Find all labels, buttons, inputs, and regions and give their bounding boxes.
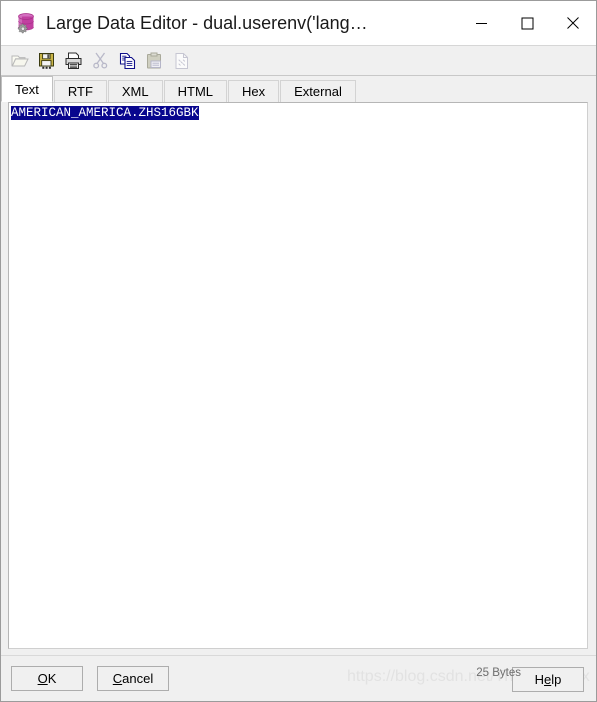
cancel-button[interactable]: Cancel [97, 666, 169, 691]
copy-icon [119, 52, 135, 69]
cancel-accelerator: C [112, 671, 123, 686]
tab-xml[interactable]: XML [107, 80, 163, 102]
save-button[interactable] [33, 48, 60, 74]
open-button[interactable] [6, 48, 33, 74]
text-editor[interactable]: AMERICAN_AMERICA.ZHS16GBK [8, 102, 588, 649]
copy-button[interactable] [114, 48, 141, 74]
ok-accelerator: O [37, 671, 48, 686]
minimize-icon [475, 22, 487, 24]
ok-button[interactable]: OK [11, 666, 83, 691]
cut-button[interactable] [87, 48, 114, 74]
toolbar [1, 45, 596, 76]
title-bar[interactable]: Large Data Editor - dual.userenv('lang… [1, 1, 596, 45]
help-accelerator: e [544, 672, 552, 687]
selected-text[interactable]: AMERICAN_AMERICA.ZHS16GBK [11, 106, 199, 120]
editor-content[interactable]: AMERICAN_AMERICA.ZHS16GBK [9, 103, 587, 121]
tab-external[interactable]: External [280, 80, 356, 102]
byte-count-status: 25 Bytes [476, 667, 521, 679]
large-data-editor-window: Large Data Editor - dual.userenv('lang… [0, 0, 597, 702]
tab-hex[interactable]: Hex [228, 80, 280, 102]
ok-button-label: OK [37, 671, 57, 686]
editor-area: AMERICAN_AMERICA.ZHS16GBK [1, 102, 596, 655]
window-title: Large Data Editor - dual.userenv('lang… [46, 12, 368, 33]
tab-html[interactable]: HTML [163, 80, 228, 102]
close-icon [567, 17, 579, 29]
scissors-icon [93, 52, 108, 69]
window-controls [458, 1, 596, 45]
tab-text[interactable]: Text [1, 76, 53, 102]
close-button[interactable] [550, 1, 596, 45]
print-button[interactable] [60, 48, 87, 74]
database-gear-icon [11, 10, 37, 36]
document-clear-icon [175, 52, 188, 69]
dialog-footer: OK Cancel https://blog.csdn.net/TheWhite… [1, 655, 596, 701]
floppy-save-icon [38, 52, 54, 69]
help-button[interactable]: Help 25 Bytes [476, 667, 584, 692]
format-tabs: Text RTF XML HTML Hex External [1, 76, 596, 102]
cancel-button-label: Cancel [112, 671, 154, 686]
maximize-icon [521, 17, 533, 29]
clear-button[interactable] [168, 48, 195, 74]
minimize-button[interactable] [458, 1, 504, 45]
tab-rtf[interactable]: RTF [53, 80, 107, 102]
paste-button[interactable] [141, 48, 168, 74]
folder-open-icon [11, 55, 29, 67]
printer-icon [65, 52, 82, 69]
maximize-button[interactable] [504, 1, 550, 45]
clipboard-paste-icon [147, 52, 161, 68]
help-button-label: Help [534, 672, 562, 687]
